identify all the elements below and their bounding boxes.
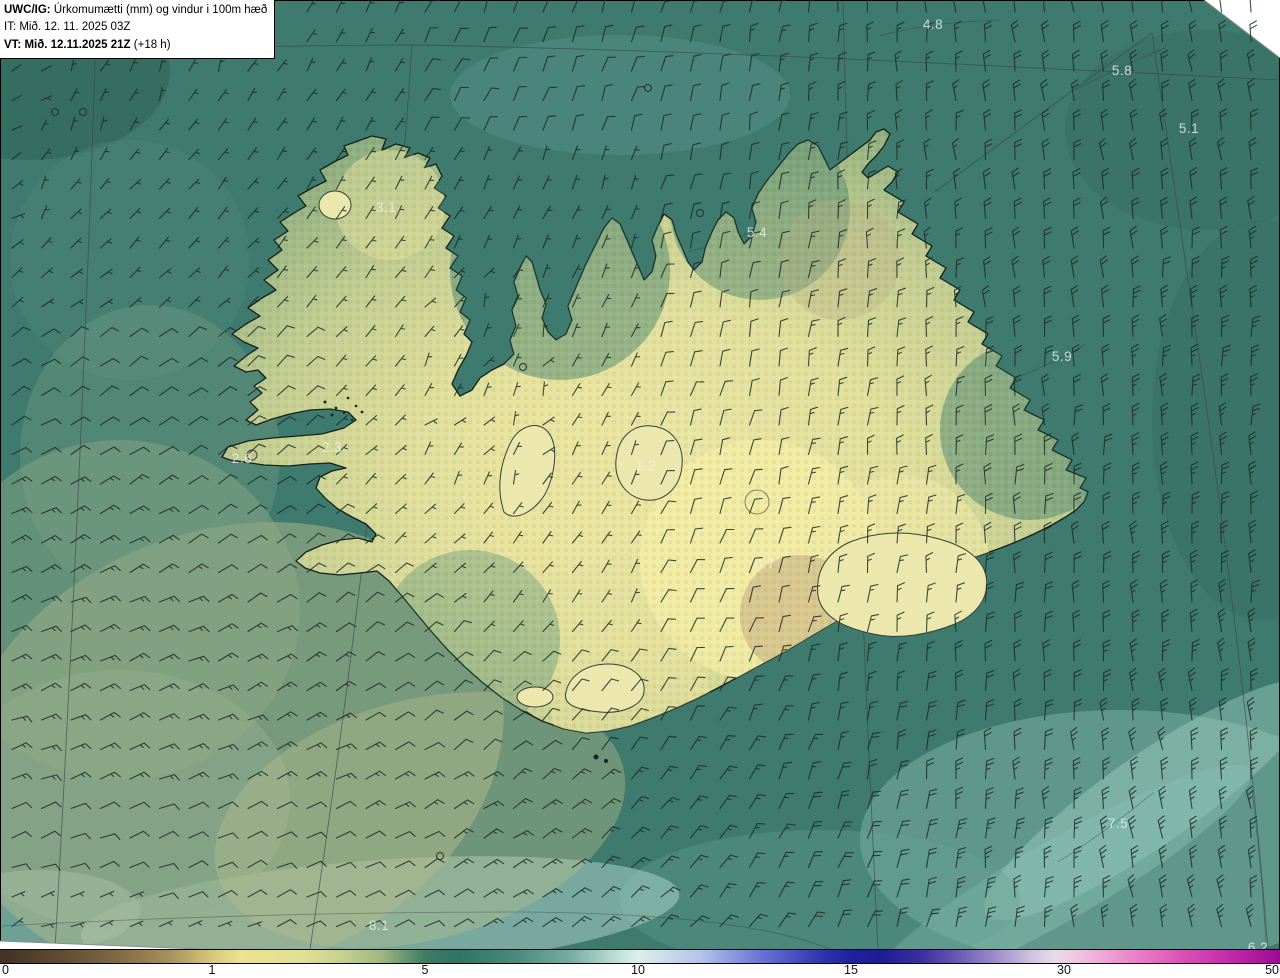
colorbar-labels: 01510153050 (0, 964, 1280, 978)
contour-label: 5.4 (747, 225, 767, 240)
contour-label: 2.3 (322, 440, 342, 455)
precipitation-colorbar (0, 949, 1280, 964)
title-line-1: UWC/IG: Úrkomumætti (mm) og vindur i 100… (4, 2, 267, 19)
contour-label: 8.1 (369, 918, 389, 933)
lead-time: (+18 h) (131, 39, 171, 51)
glacier-drangajokull (319, 191, 351, 219)
title-box: UWC/IG: Úrkomumætti (mm) og vindur i 100… (0, 0, 275, 59)
colorbar-tick-label: 0 (2, 963, 9, 977)
glacier-vatnajokull (818, 533, 987, 636)
contour-label: 3.1 (376, 200, 396, 215)
weather-map-product: 4.85.85.13.15.45.92.32.61.20.77.58.16.2 … (0, 0, 1280, 978)
contour-label: 7.5 (1108, 816, 1128, 831)
colorbar-tick-label: 50 (1265, 963, 1279, 977)
contour-label: 6.2 (1248, 940, 1268, 949)
colorbar-tick-label: 30 (1057, 963, 1071, 977)
colorbar-tick-label: 5 (422, 963, 429, 977)
weather-map-canvas: 4.8 5.8 5.1 3.1 5.4 5.9 2.3 2.6 1.2 0.7 7.5 8.1 6.2 (0, 0, 1280, 949)
init-time: IT: Mið. 12. 11. 2025 03Z (4, 19, 267, 36)
contour-label: 5.1 (1179, 121, 1199, 136)
colorbar-tick-label: 1 (209, 963, 216, 977)
contour-label: 5.9 (1052, 349, 1072, 364)
contour-label: 0.7 (755, 556, 775, 571)
contour-label: 1.2 (636, 458, 656, 473)
valid-time-line: VT: Mið. 12.11.2025 21Z (+18 h) (4, 37, 267, 54)
colorbar-tick-label: 15 (844, 963, 858, 977)
contour-label: 2.6 (232, 451, 252, 466)
contour-label: 5.8 (1112, 63, 1132, 78)
colorbar-tick-label: 10 (631, 963, 645, 977)
product-id: UWC/IG: (4, 4, 51, 16)
contour-label: 4.8 (923, 17, 943, 32)
valid-time: VT: Mið. 12.11.2025 21Z (4, 39, 131, 51)
product-description: Úrkomumætti (mm) og vindur i 100m hæð (51, 4, 268, 16)
glacier-eyjafjallajokull (517, 687, 553, 707)
